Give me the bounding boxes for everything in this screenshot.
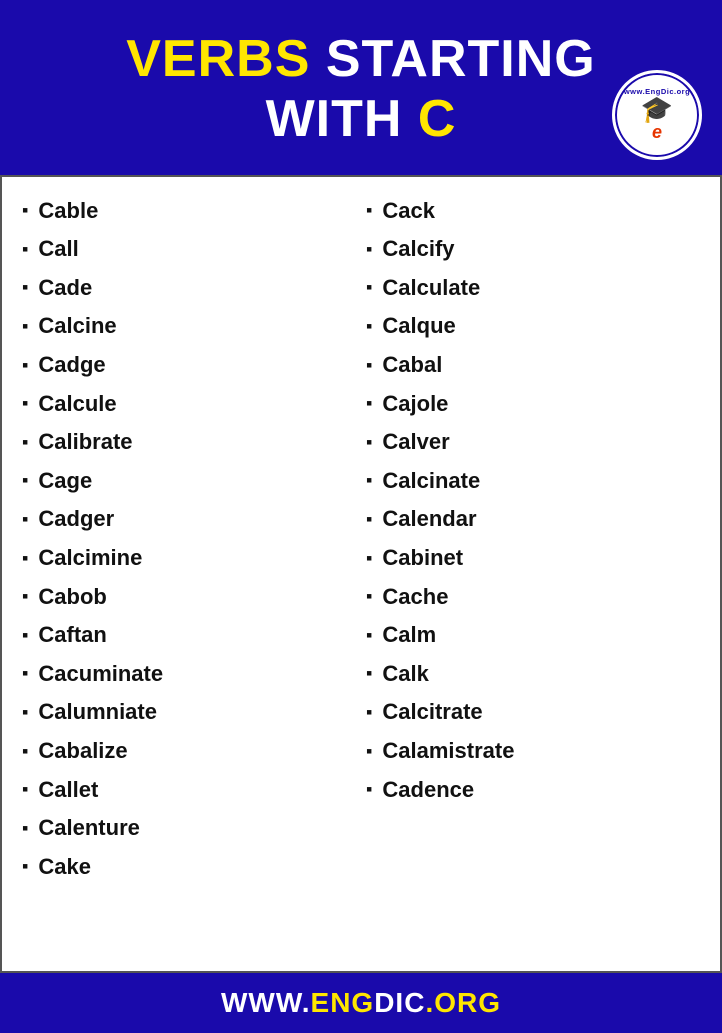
content-area: CableCallCadeCalcineCadgeCalculeCalibrat… (0, 175, 722, 973)
list-item: Calibrate (22, 423, 366, 462)
list-item: Cage (22, 462, 366, 501)
list-item: Call (22, 230, 366, 269)
list-item: Cadence (366, 771, 710, 810)
header-highlight-c: C (418, 90, 457, 148)
list-item: Calcify (366, 230, 710, 269)
list-item: Cacuminate (22, 655, 366, 694)
list-item: Cabinet (366, 539, 710, 578)
left-column: CableCallCadeCalcineCadgeCalculeCalibrat… (22, 192, 366, 887)
list-item: Cable (22, 192, 366, 231)
page-footer: WWW.ENGDIC.ORG (0, 973, 722, 1033)
footer-dic: DIC (374, 987, 425, 1018)
list-item: Calculate (366, 269, 710, 308)
list-item: Caftan (22, 616, 366, 655)
list-item: Calendar (366, 500, 710, 539)
logo-letter-e: e (652, 122, 662, 143)
list-item: Cadger (22, 500, 366, 539)
footer-eng: ENG (311, 987, 375, 1018)
list-item: Cake (22, 848, 366, 887)
page-header: VERBS STARTING WITH C www.EngDic.org 🎓 e (0, 0, 722, 175)
list-item: Cade (22, 269, 366, 308)
list-item: Callet (22, 771, 366, 810)
list-item: Calm (366, 616, 710, 655)
list-item: Cabalize (22, 732, 366, 771)
list-item: Cabal (366, 346, 710, 385)
list-item: Cack (366, 192, 710, 231)
logo-inner: www.EngDic.org 🎓 e (615, 73, 699, 157)
header-highlight-verbs: VERBS (126, 30, 310, 88)
engdic-logo: www.EngDic.org 🎓 e (612, 70, 702, 160)
list-item: Calenture (22, 809, 366, 848)
list-item: Cadge (22, 346, 366, 385)
list-item: Cache (366, 578, 710, 617)
graduation-cap-icon: 🎓 (641, 96, 673, 122)
word-columns: CableCallCadeCalcineCadgeCalculeCalibrat… (22, 192, 710, 887)
header-title: VERBS STARTING WITH C (20, 30, 702, 150)
list-item: Calcinate (366, 462, 710, 501)
list-item: Calcine (22, 307, 366, 346)
footer-dot-org: .ORG (425, 987, 501, 1018)
list-item: Calumniate (22, 693, 366, 732)
list-item: Calk (366, 655, 710, 694)
footer-www: WWW. (221, 987, 311, 1018)
list-item: Calcimine (22, 539, 366, 578)
list-item: Cajole (366, 385, 710, 424)
list-item: Calamistrate (366, 732, 710, 771)
header-text-with: WITH (266, 90, 418, 148)
list-item: Calcitrate (366, 693, 710, 732)
list-item: Calque (366, 307, 710, 346)
list-item: Calcule (22, 385, 366, 424)
list-item: Cabob (22, 578, 366, 617)
right-column: CackCalcifyCalculateCalqueCabalCajoleCal… (366, 192, 710, 887)
header-text-starting: STARTING (326, 30, 596, 88)
list-item: Calver (366, 423, 710, 462)
